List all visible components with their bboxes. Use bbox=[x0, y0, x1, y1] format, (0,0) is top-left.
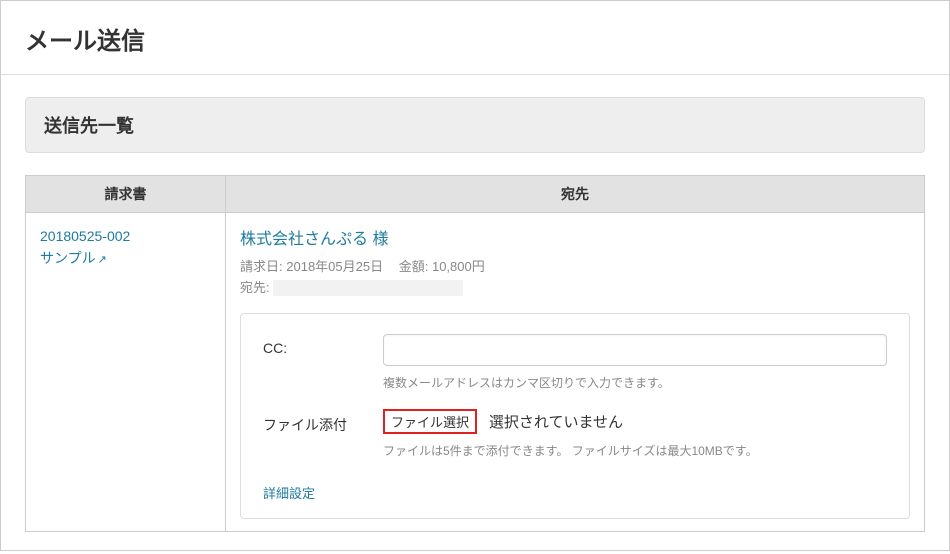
invoice-link[interactable]: 20180525-002 サンプル↗ bbox=[40, 225, 211, 270]
content-area: 送信先一覧 請求書 宛先 20180525-002 サンプル↗ bbox=[1, 75, 949, 554]
attachment-row: ファイル添付 ファイル選択 選択されていません ファイルは5件まで添付できます。… bbox=[263, 409, 887, 459]
file-select-button[interactable]: ファイル選択 bbox=[383, 409, 477, 434]
address-line: 宛先: bbox=[240, 278, 910, 299]
attachment-help-text: ファイルは5件まで添付できます。 ファイルサイズは最大10MBです。 bbox=[383, 442, 887, 459]
billing-date-label: 請求日: bbox=[240, 259, 283, 274]
destination-cell: 株式会社さんぷる 様 請求日: 2018年05月25日 金額: 10,800円 bbox=[226, 213, 925, 532]
company-name: 株式会社さんぷる 様 bbox=[240, 225, 910, 249]
table-header-invoice: 請求書 bbox=[26, 176, 226, 213]
recipients-table: 請求書 宛先 20180525-002 サンプル↗ 株式会社さんぷる 様 bbox=[25, 175, 925, 532]
recipients-section-title: 送信先一覧 bbox=[44, 112, 906, 138]
settings-panel: CC: 複数メールアドレスはカンマ区切りで入力できます。 ファイル添付 ファイル… bbox=[240, 313, 910, 519]
address-redacted bbox=[273, 280, 463, 296]
cc-row: CC: 複数メールアドレスはカンマ区切りで入力できます。 bbox=[263, 334, 887, 391]
invoice-name: サンプル bbox=[40, 250, 96, 266]
invoice-cell: 20180525-002 サンプル↗ bbox=[26, 213, 226, 532]
invoice-number: 20180525-002 bbox=[40, 228, 130, 244]
external-link-icon: ↗ bbox=[98, 254, 107, 266]
advanced-settings-link[interactable]: 詳細設定 bbox=[263, 483, 315, 502]
table-header-destination: 宛先 bbox=[226, 176, 925, 213]
page-container: メール送信 送信先一覧 請求書 宛先 20180525-002 サンプル↗ bbox=[0, 0, 950, 551]
attachment-label: ファイル添付 bbox=[263, 409, 383, 435]
cc-help-text: 複数メールアドレスはカンマ区切りで入力できます。 bbox=[383, 374, 887, 391]
page-title: メール送信 bbox=[25, 21, 925, 56]
billing-date-value: 2018年05月25日 bbox=[286, 259, 383, 274]
cc-input[interactable] bbox=[383, 334, 887, 366]
file-select-status: 選択されていません bbox=[489, 411, 623, 432]
address-label: 宛先: bbox=[240, 280, 270, 295]
invoice-meta-line: 請求日: 2018年05月25日 金額: 10,800円 bbox=[240, 257, 910, 278]
recipients-section-header: 送信先一覧 bbox=[25, 97, 925, 153]
cc-label: CC: bbox=[263, 334, 383, 356]
amount-value: 10,800円 bbox=[432, 259, 485, 274]
page-header: メール送信 bbox=[1, 1, 949, 75]
table-row: 20180525-002 サンプル↗ 株式会社さんぷる 様 請求日: 2018年… bbox=[26, 213, 925, 532]
amount-label: 金額: bbox=[399, 259, 429, 274]
